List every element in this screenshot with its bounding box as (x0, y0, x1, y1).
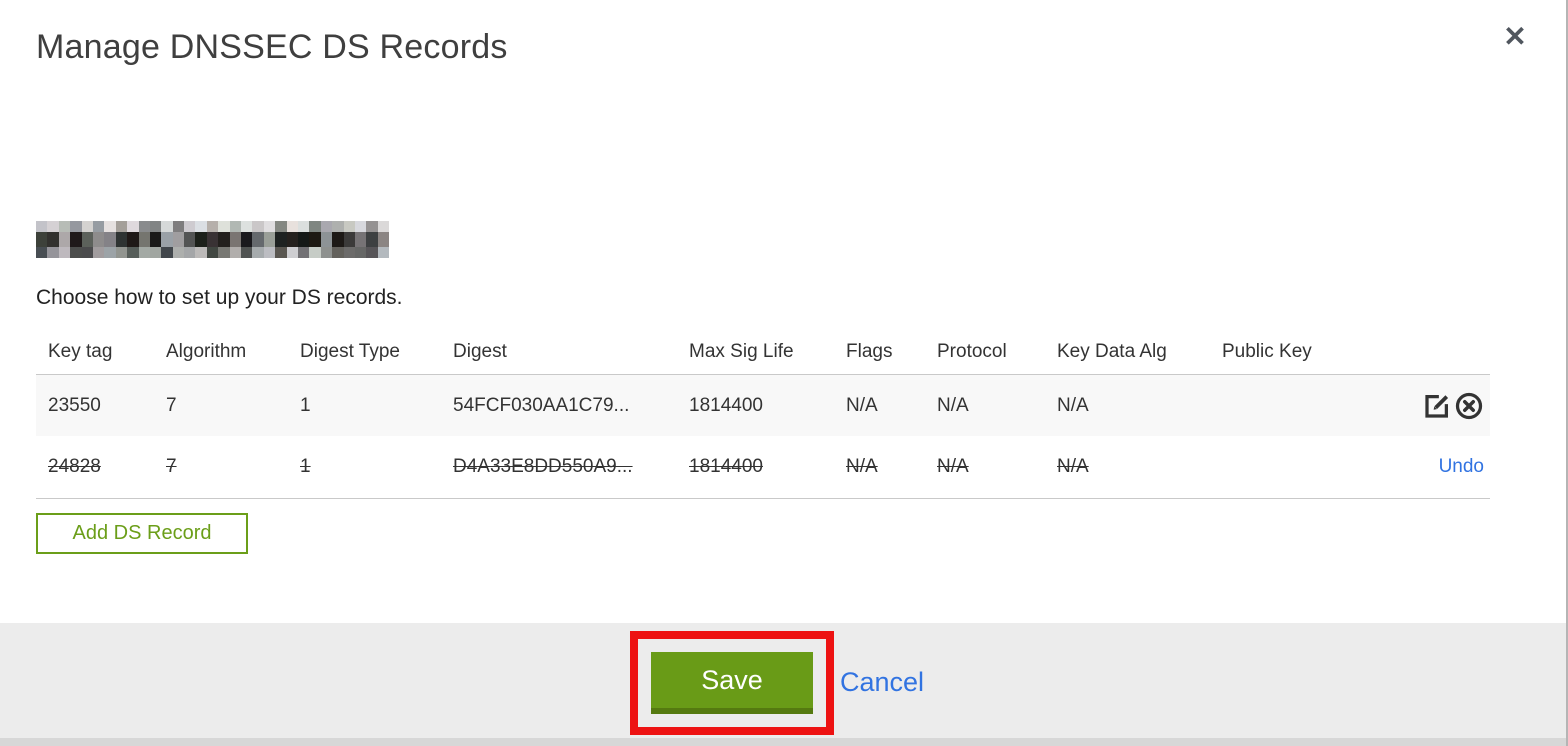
column-header: Public Key (1222, 341, 1312, 362)
column-header: Protocol (937, 341, 1007, 362)
ds-records-table: Key tag Algorithm Digest Type Digest Max Sig… (36, 330, 1490, 499)
undo-link[interactable]: Undo (1439, 456, 1484, 478)
table-cell: 1814400 (689, 456, 763, 477)
manage-dnssec-modal: Manage DNSSEC DS Records ✕ Choose how to… (0, 0, 1568, 746)
table-cell: D4A33E8DD550A9... (453, 456, 633, 477)
column-header: Digest (453, 341, 507, 362)
add-ds-record-button[interactable]: Add DS Record (36, 513, 248, 554)
table-header-row: Key tag Algorithm Digest Type Digest Max Sig… (36, 330, 1490, 374)
column-header: Key tag (48, 341, 113, 362)
annotation-red-box: Save (630, 631, 834, 735)
table-cell: N/A (937, 456, 969, 477)
table-cell: N/A (1057, 394, 1089, 416)
table-cell: 7 (166, 394, 177, 416)
cancel-link[interactable]: Cancel (840, 667, 924, 698)
edit-record-icon[interactable] (1422, 391, 1452, 421)
table-cell: 1 (300, 456, 311, 477)
row-actions: Undo (1328, 456, 1490, 478)
redacted-domain-name (36, 221, 390, 258)
delete-record-icon[interactable] (1454, 391, 1484, 421)
table-cell: 54FCF030AA1C79... (453, 394, 630, 416)
table-cell: 24828 (48, 456, 101, 477)
table-cell: 23550 (48, 394, 101, 416)
table-cell: N/A (937, 394, 969, 416)
column-header: Key Data Alg (1057, 341, 1167, 362)
table-cell: N/A (846, 456, 878, 477)
close-icon[interactable]: ✕ (1498, 20, 1532, 54)
subtitle-text: Choose how to set up your DS records. (36, 286, 403, 309)
column-header: Digest Type (300, 341, 400, 362)
row-actions (1328, 391, 1490, 421)
modal-footer: Save Cancel (0, 623, 1566, 746)
table-cell: 7 (166, 456, 177, 477)
table-cell: N/A (846, 394, 878, 416)
table-row: 24828 7 1 D4A33E8DD550A9... 1814400 N/A N/A N/A… (36, 436, 1490, 499)
table-cell: N/A (1057, 456, 1089, 477)
column-header: Flags (846, 341, 893, 362)
page-title: Manage DNSSEC DS Records (36, 28, 508, 66)
column-header: Algorithm (166, 341, 247, 362)
table-cell: 1 (300, 394, 311, 416)
table-row: 23550 7 1 54FCF030AA1C79... 1814400 N/A N/A N/A (36, 374, 1490, 436)
save-button[interactable]: Save (651, 652, 813, 714)
table-cell: 1814400 (689, 394, 763, 416)
column-header: Max Sig Life (689, 341, 794, 362)
